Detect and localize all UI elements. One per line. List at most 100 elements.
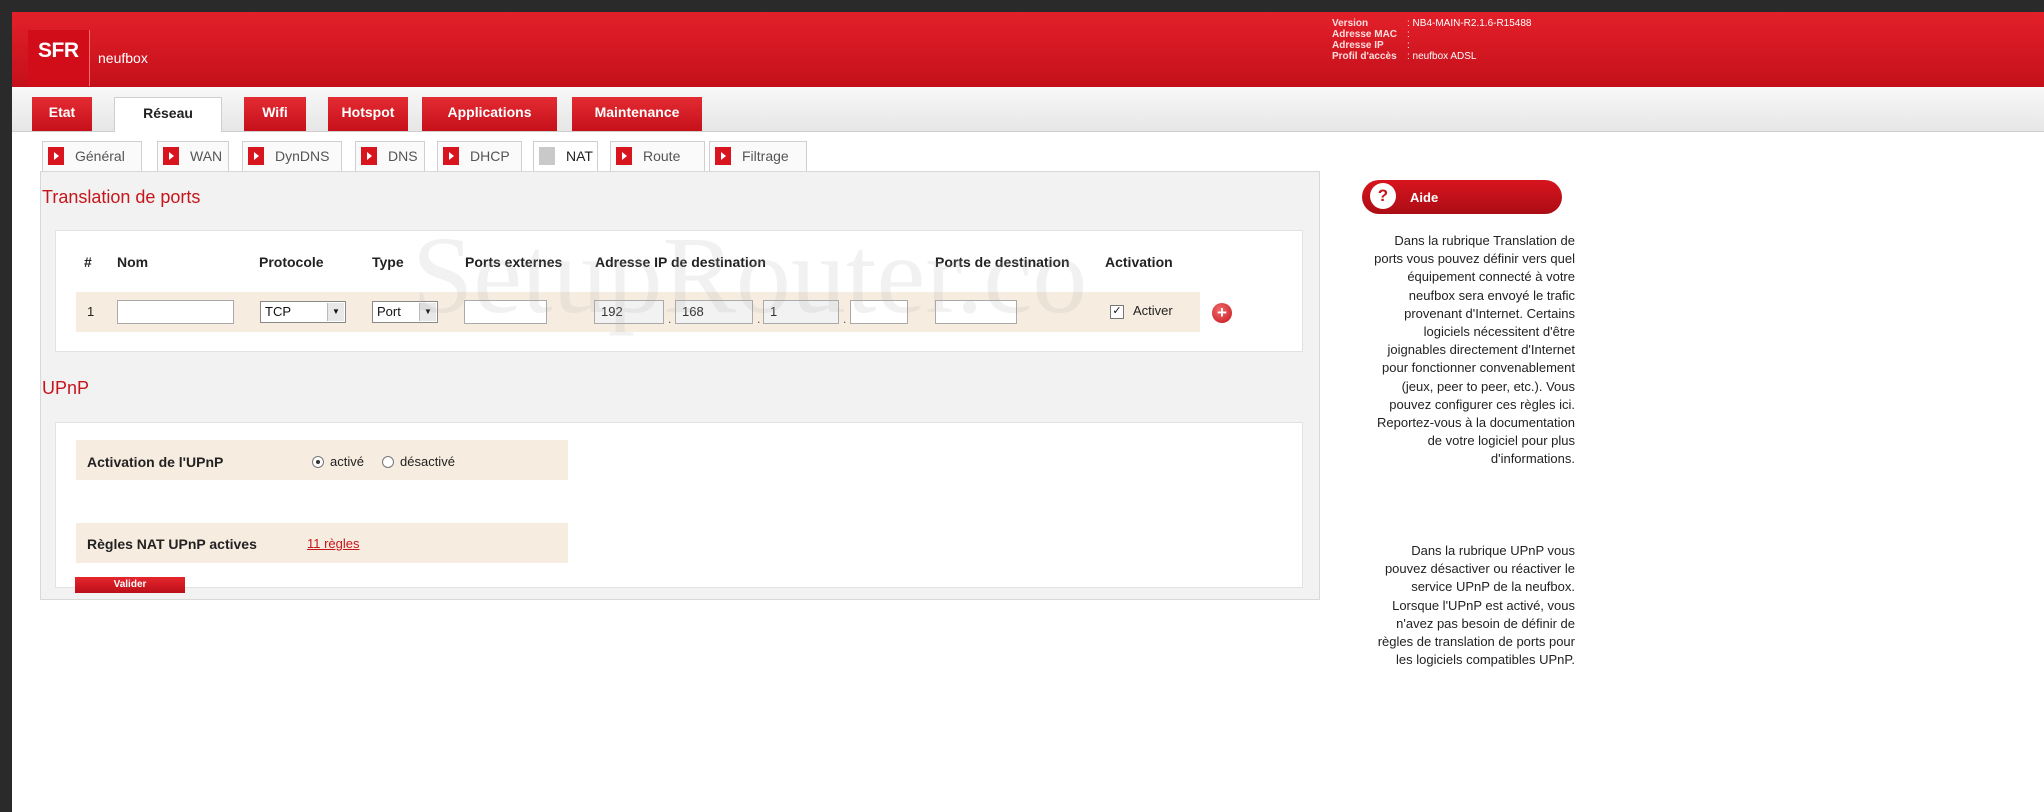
add-rule-button[interactable]: + xyxy=(1212,303,1232,323)
help-line: les logiciels compatibles UPnP. xyxy=(1396,652,1575,668)
arrow-right-icon xyxy=(163,147,179,165)
col-header-protocole: Protocole xyxy=(259,254,324,270)
tab-reseau[interactable]: Réseau xyxy=(114,97,222,132)
question-icon: ? xyxy=(1370,183,1396,209)
col-header-nom: Nom xyxy=(117,254,149,270)
upnp-section-title: UPnP xyxy=(42,378,90,398)
info-value: : xyxy=(1407,40,1410,51)
subtab-wan[interactable]: WAN xyxy=(157,141,229,171)
subtab-dyndns[interactable]: DynDNS xyxy=(242,141,342,171)
protocole-select[interactable]: TCP ▼ xyxy=(260,301,346,323)
help-title: Aide xyxy=(1410,190,1439,205)
ip-octet-2-input[interactable]: 168 xyxy=(675,300,753,324)
ip-octet-1-input[interactable]: 192 xyxy=(594,300,664,324)
subtab-label: DNS xyxy=(388,148,418,164)
header-bar: SFR neufbox Version : NB4-MAIN-R2.1.6-R15… xyxy=(12,12,2044,87)
tab-applications[interactable]: Applications xyxy=(422,97,557,131)
sfr-logo: SFR xyxy=(28,30,90,86)
subtab-dhcp[interactable]: DHCP xyxy=(437,141,522,171)
info-ip: Adresse IP: xyxy=(1332,40,1532,51)
subtab-filtrage[interactable]: Filtrage xyxy=(709,141,807,171)
arrow-right-icon xyxy=(443,147,459,165)
activer-checkbox[interactable]: ✓ xyxy=(1110,305,1124,319)
chevron-down-icon: ▼ xyxy=(327,303,344,321)
tab-hotspot[interactable]: Hotspot xyxy=(328,97,408,131)
help-line: pouvez configurer ces règles ici. xyxy=(1389,396,1575,412)
main-nav: Etat Réseau Wifi Hotspot Applications Ma… xyxy=(12,87,2044,132)
help-line: d'informations. xyxy=(1490,451,1575,467)
help-line: neufbox sera envoyé le trafic xyxy=(1408,287,1575,303)
col-header-type: Type xyxy=(372,254,404,270)
tab-wifi[interactable]: Wifi xyxy=(244,97,306,131)
row-number: 1 xyxy=(87,304,95,319)
upnp-rules-link[interactable]: 11 règles xyxy=(307,536,360,551)
help-line: pouvez désactiver ou réactiver le xyxy=(1384,561,1575,577)
arrow-right-icon xyxy=(616,147,632,165)
col-header-ports-destination: Ports de destination xyxy=(935,254,1070,270)
chevron-down-icon: ▼ xyxy=(419,303,436,321)
help-line: de votre logiciel pour plus xyxy=(1427,433,1575,449)
upnp-inactive-radio[interactable] xyxy=(382,456,394,468)
help-line: pour fonctionner convenablement xyxy=(1382,360,1575,376)
upnp-active-radio[interactable] xyxy=(312,456,324,468)
info-label: Adresse IP xyxy=(1332,40,1384,51)
help-line: joignables directement d'Internet xyxy=(1387,342,1575,358)
subtab-label: DynDNS xyxy=(275,148,330,164)
tab-etat[interactable]: Etat xyxy=(32,97,92,131)
ip-separator: . xyxy=(757,312,761,326)
subtab-label: Filtrage xyxy=(742,148,789,164)
ip-octet-4-input[interactable] xyxy=(850,300,908,324)
type-select[interactable]: Port ▼ xyxy=(372,301,438,323)
upnp-activation-label: Activation de l'UPnP xyxy=(87,454,224,470)
info-profile: Profil d'accès: neufbox ADSL xyxy=(1332,51,1532,62)
col-header-adresse-ip: Adresse IP de destination xyxy=(595,254,766,270)
help-line: (jeux, peer to peer, etc.). Vous xyxy=(1401,378,1575,394)
subtab-label: DHCP xyxy=(470,148,510,164)
ports-externes-input[interactable] xyxy=(464,300,547,324)
browser-page: SFR neufbox Version : NB4-MAIN-R2.1.6-R15… xyxy=(12,12,2044,812)
info-label: Adresse MAC xyxy=(1332,29,1398,40)
info-value: : NB4-MAIN-R2.1.6-R15488 xyxy=(1407,18,1532,29)
help-line: règles de translation de ports pour xyxy=(1377,634,1575,650)
ports-section-title: Translation de ports xyxy=(42,187,201,207)
arrow-right-icon xyxy=(539,147,555,165)
info-label: Version xyxy=(1332,18,1369,29)
col-header-activation: Activation xyxy=(1105,254,1173,270)
activer-label: Activer xyxy=(1133,303,1173,318)
tab-maintenance[interactable]: Maintenance xyxy=(572,97,702,131)
brand-name: neufbox xyxy=(98,50,148,66)
help-line: Reportez-vous à la documentation xyxy=(1376,415,1575,431)
select-value: TCP xyxy=(265,304,291,319)
subtab-dns[interactable]: DNS xyxy=(355,141,425,171)
ports-table-box xyxy=(55,230,1303,352)
info-version: Version : NB4-MAIN-R2.1.6-R15488 xyxy=(1332,18,1532,29)
help-line: service UPnP de la neufbox. xyxy=(1411,579,1575,595)
help-line: ports vous pouvez définir vers quel xyxy=(1374,251,1575,267)
nom-input[interactable] xyxy=(117,300,234,324)
help-paragraph-1: Dans la rubrique Translation de ports vo… xyxy=(1338,232,1575,469)
subtab-nat[interactable]: NAT xyxy=(533,141,598,173)
subtab-label: Route xyxy=(643,148,681,164)
subtab-label: Général xyxy=(75,148,125,164)
upnp-rules-label: Règles NAT UPnP actives xyxy=(87,536,257,552)
upnp-inactive-label: désactivé xyxy=(400,454,455,469)
device-info: Version : NB4-MAIN-R2.1.6-R15488 Adresse … xyxy=(1332,18,1532,62)
info-value: : xyxy=(1407,29,1410,40)
select-value: Port xyxy=(377,304,401,319)
info-label: Profil d'accès xyxy=(1332,51,1397,62)
help-line: Lorsque l'UPnP est activé, vous xyxy=(1392,597,1575,613)
ports-destination-input[interactable] xyxy=(935,300,1017,324)
help-line: équipement connecté à votre xyxy=(1407,269,1575,285)
help-paragraph-2: Dans la rubrique UPnP vous pouvez désact… xyxy=(1338,542,1575,669)
subtab-label: WAN xyxy=(190,148,223,164)
plus-icon: + xyxy=(1217,303,1227,322)
ip-separator: . xyxy=(843,312,847,326)
subtab-route[interactable]: Route xyxy=(610,141,705,171)
subtab-label: NAT xyxy=(566,148,593,164)
ip-octet-3-input[interactable]: 1 xyxy=(763,300,839,324)
col-header-ports-externes: Ports externes xyxy=(465,254,563,270)
arrow-right-icon xyxy=(361,147,377,165)
help-line: Dans la rubrique Translation de xyxy=(1394,233,1575,248)
subtab-general[interactable]: Général xyxy=(42,141,142,171)
valider-button[interactable]: Valider xyxy=(75,577,185,593)
